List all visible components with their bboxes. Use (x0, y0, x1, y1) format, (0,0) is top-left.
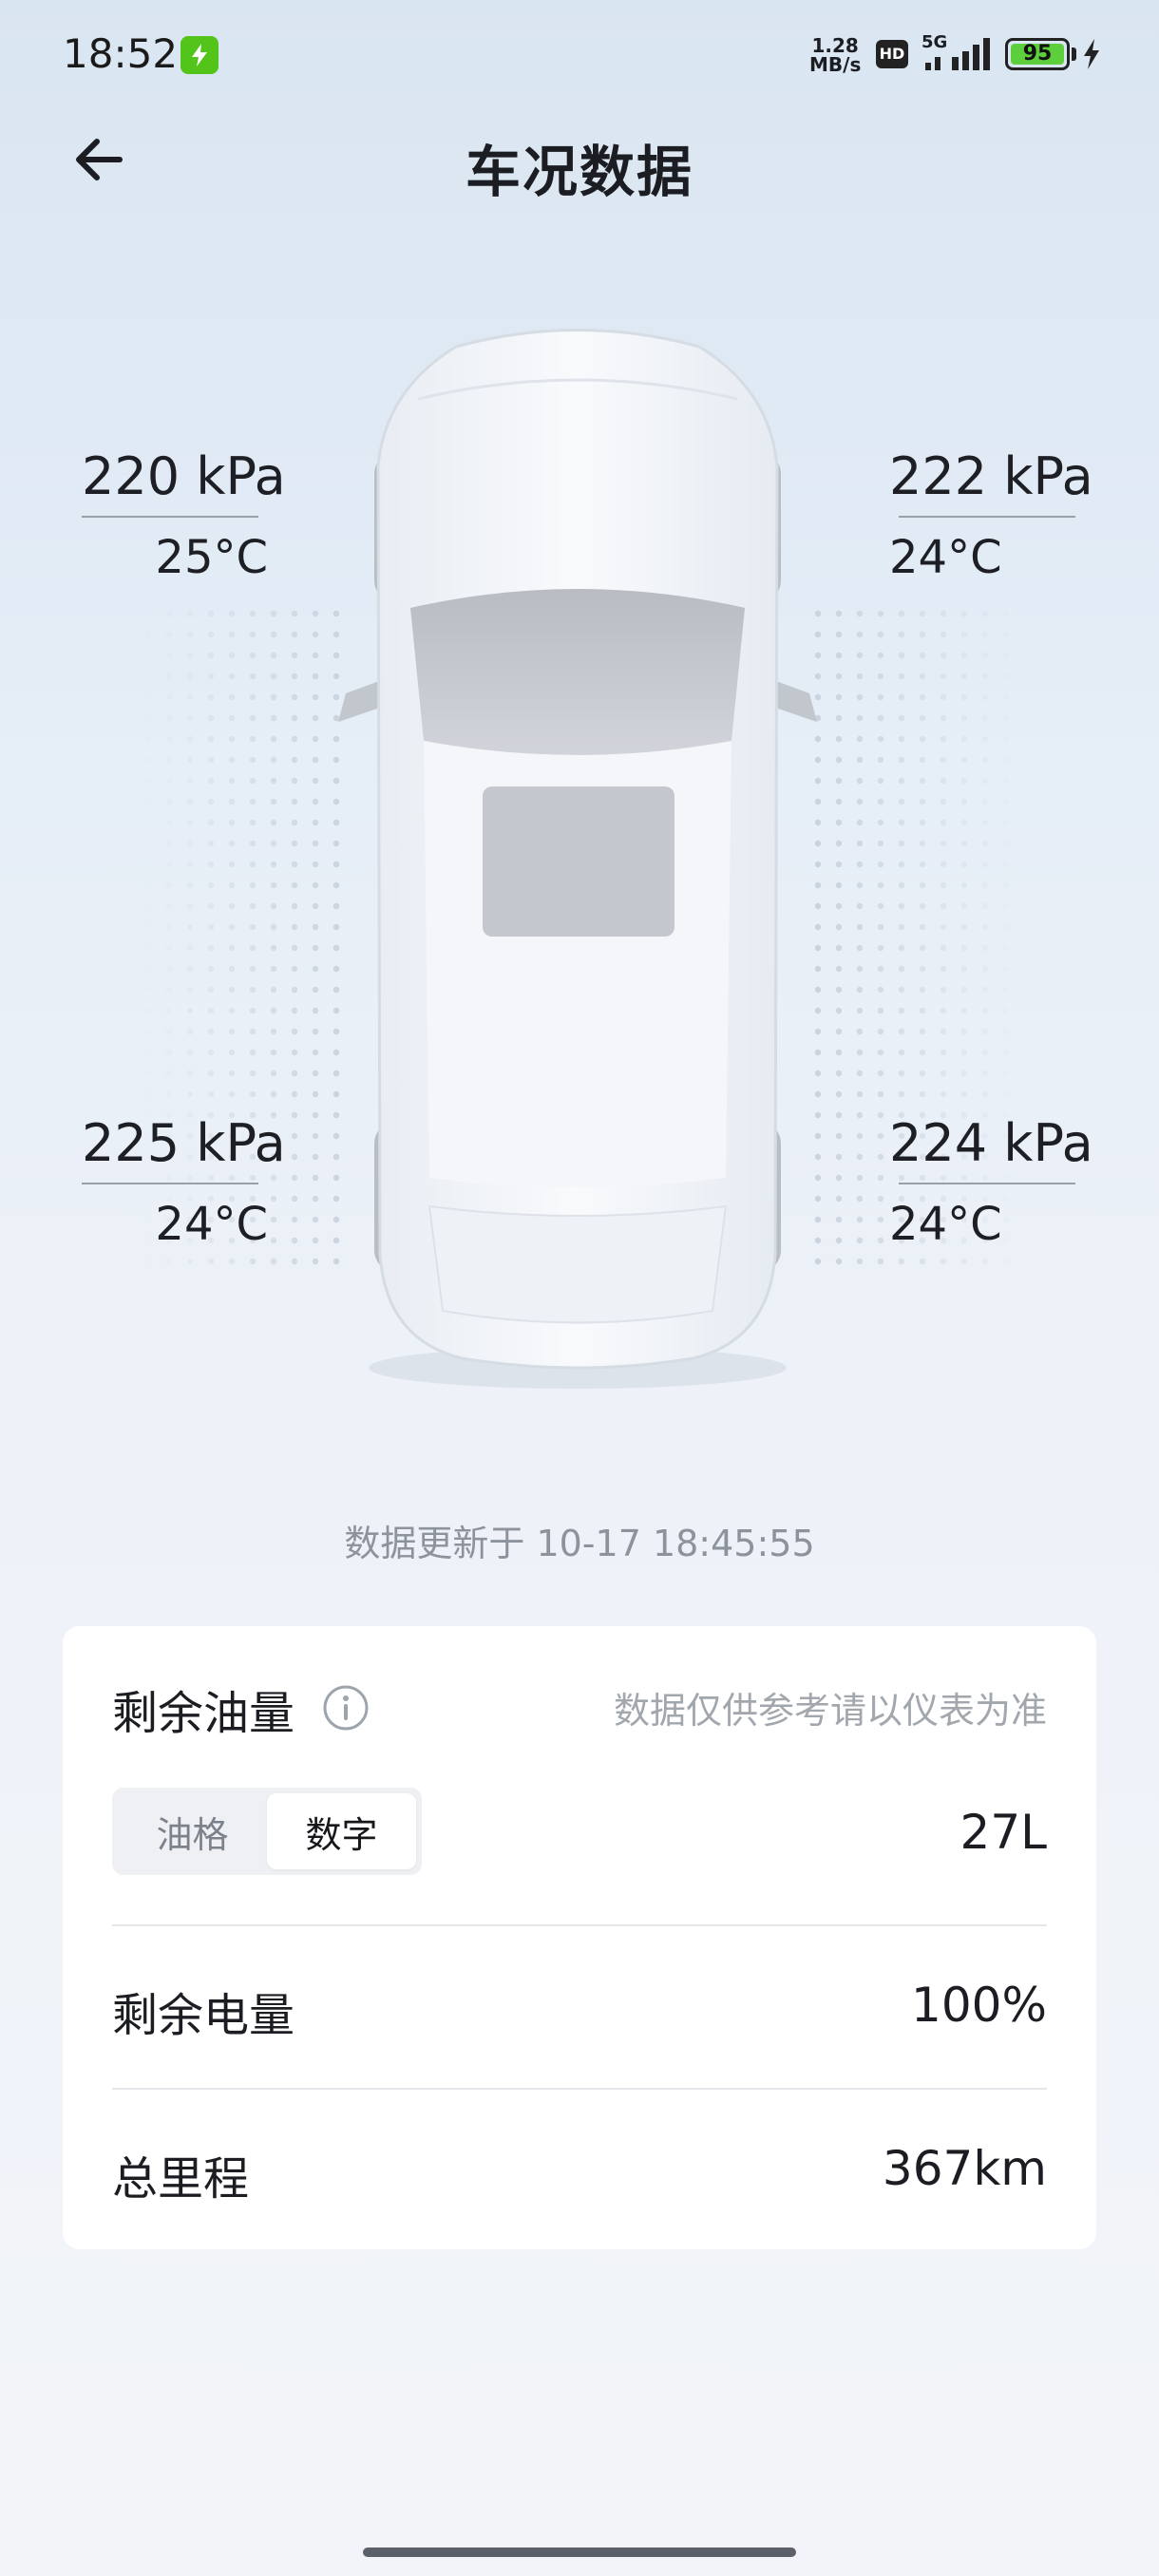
tire-pressure: 220 kPa (82, 446, 286, 506)
reference-hint: 数据仅供参考请以仪表为准 (613, 1690, 1047, 1732)
battery-label: 剩余电量 (112, 1989, 295, 2042)
car-top-view-image (338, 329, 817, 1389)
tire-temperature: 24°C (155, 1198, 268, 1251)
fuel-display-toggle: 油格 数字 (112, 1788, 422, 1875)
battery-tip (1072, 47, 1076, 61)
charging-app-icon (180, 36, 218, 74)
network-speed-value: 1.28 (811, 34, 859, 57)
network-speed: 1.28 MB/s (809, 36, 861, 74)
tire-rear-left: 225 kPa 24°C (82, 1113, 286, 1251)
signal-icon (925, 38, 990, 70)
tire-temperature: 24°C (889, 1198, 1002, 1251)
status-bar: 18:52 1.28 MB/s HD 5G 95 (0, 0, 1159, 114)
car-visualization: 220 kPa 25°C 222 kPa 24°C 225 kPa 24°C 2… (0, 323, 1159, 1425)
charging-bolt-icon (1084, 39, 1099, 69)
tire-pressure: 225 kPa (82, 1113, 286, 1173)
hd-badge: HD (876, 40, 908, 68)
divider (112, 2088, 1047, 2090)
tire-pressure: 224 kPa (889, 1113, 1093, 1173)
tire-rear-right: 224 kPa 24°C (889, 1113, 1093, 1251)
segment-digits[interactable]: 数字 (267, 1793, 416, 1869)
tire-temperature: 25°C (155, 531, 268, 584)
page-title: 车况数据 (465, 140, 694, 204)
battery-level: 95 (1011, 44, 1064, 65)
home-indicator[interactable] (363, 2548, 796, 2557)
mileage-value: 367km (882, 2141, 1047, 2196)
status-time: 18:52 (63, 30, 179, 77)
tire-front-right: 222 kPa 24°C (889, 446, 1093, 584)
battery-icon: 95 (1005, 38, 1070, 70)
mileage-label: 总里程 (112, 2152, 250, 2206)
battery-value: 100% (911, 1978, 1047, 2033)
vehicle-data-card: 剩余油量 数据仅供参考请以仪表为准 油格 数字 27L 剩余电量 100% 总里… (63, 1626, 1096, 2249)
divider (82, 516, 258, 518)
divider (899, 1183, 1075, 1184)
segment-fuel-bars[interactable]: 油格 (118, 1793, 267, 1869)
divider (82, 1183, 258, 1184)
tire-temperature: 24°C (889, 531, 1002, 584)
divider (112, 1924, 1047, 1926)
data-update-time: 数据更新于 10-17 18:45:55 (344, 1523, 815, 1564)
fuel-title: 剩余油量 (112, 1687, 295, 1740)
divider (899, 516, 1075, 518)
tire-front-left: 220 kPa 25°C (82, 446, 286, 584)
info-icon[interactable] (321, 1683, 370, 1733)
fuel-value: 27L (960, 1805, 1047, 1860)
network-speed-unit: MB/s (809, 53, 862, 76)
tire-pressure: 222 kPa (889, 446, 1093, 506)
